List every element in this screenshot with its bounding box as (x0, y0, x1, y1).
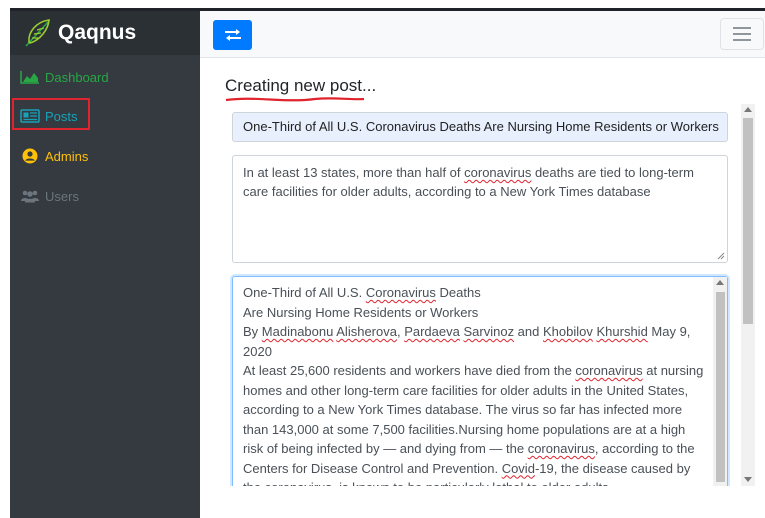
sidebar-item-label: Admins (45, 148, 89, 164)
user-circle-icon (20, 148, 40, 164)
resize-grip-icon[interactable] (717, 252, 725, 260)
menu-toggle-button[interactable] (720, 18, 764, 50)
body-scrollbar-thumb[interactable] (716, 292, 725, 482)
summary-text: In at least 13 states, more than half of… (243, 165, 694, 199)
sidebar-toggle-button[interactable] (213, 20, 252, 50)
scroll-up-arrow-icon[interactable] (716, 280, 724, 285)
posts-highlight-box (12, 98, 90, 130)
scroll-down-arrow-icon[interactable] (744, 477, 752, 482)
top-navbar (200, 11, 765, 58)
exchange-icon (224, 29, 241, 41)
feather-logo-icon (25, 19, 50, 47)
body-byline: By Madinabonu Alisherova, Pardaeva Sarvi… (243, 324, 691, 359)
scroll-up-arrow-icon[interactable] (744, 107, 752, 112)
page-scrollbar-thumb[interactable] (743, 118, 753, 324)
title-red-underline (225, 97, 365, 102)
area-chart-icon (20, 69, 40, 85)
page-title: Creating new post... (225, 76, 377, 95)
sidebar-item-label: Users (45, 188, 79, 204)
sidebar-item-admins[interactable]: Admins (10, 141, 200, 171)
post-summary-textarea[interactable]: In at least 13 states, more than half of… (232, 155, 728, 263)
spellcheck-word: coronavirus (464, 165, 532, 180)
body-line: One-Third of All U.S. Coronavirus Deaths (243, 285, 481, 300)
post-title-input[interactable]: One-Third of All U.S. Coronavirus Deaths… (232, 112, 728, 142)
brand[interactable]: Qaqnus (10, 11, 200, 55)
users-icon (20, 188, 40, 204)
sidebar-item-users[interactable]: Users (10, 181, 200, 211)
brand-name: Qaqnus (58, 21, 137, 44)
post-body-textarea[interactable]: One-Third of All U.S. Coronavirus Deaths… (232, 276, 728, 486)
top-margin (0, 0, 765, 8)
body-paragraph: At least 25,600 residents and workers ha… (243, 363, 704, 486)
hamburger-icon (733, 27, 751, 41)
sidebar-item-dashboard[interactable]: Dashboard (10, 62, 200, 92)
bottom-whitespace (200, 486, 765, 518)
body-line: Are Nursing Home Residents or Workers (243, 304, 479, 320)
sidebar-item-label: Dashboard (45, 69, 109, 85)
